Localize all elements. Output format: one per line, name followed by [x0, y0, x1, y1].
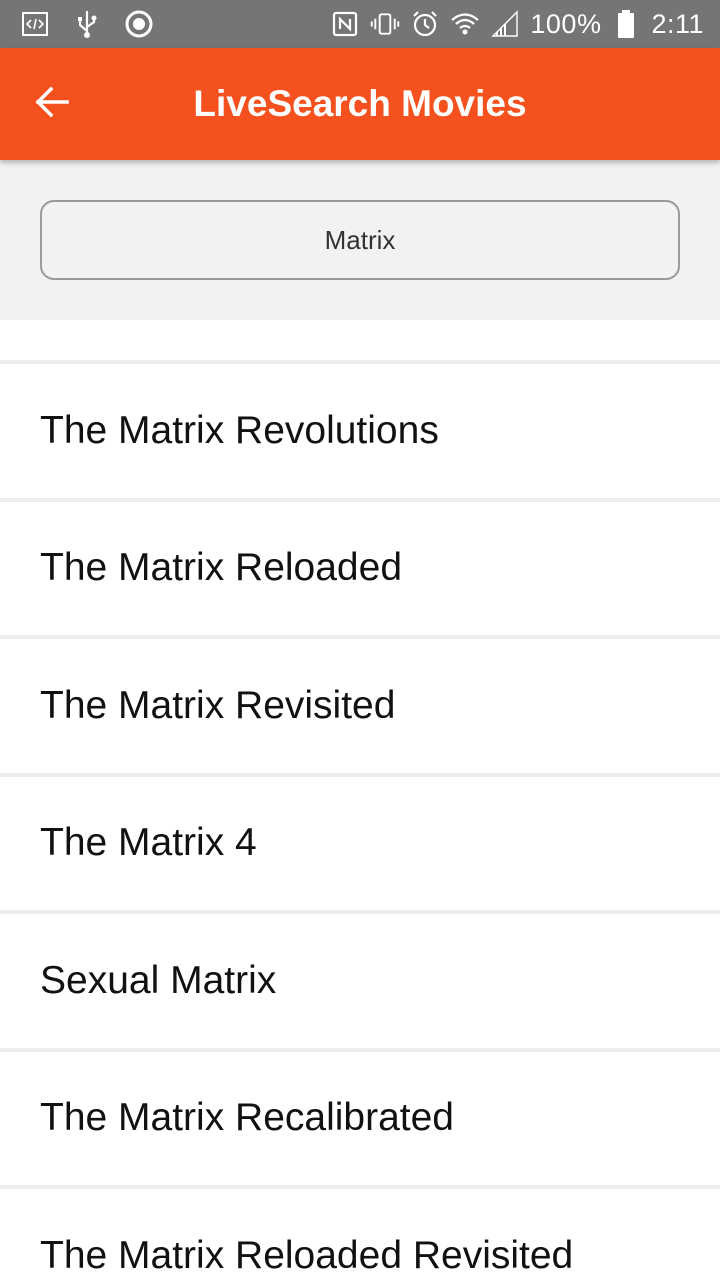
movie-title: The Matrix Reloaded Revisited [40, 1233, 574, 1277]
status-time: 2:11 [651, 8, 704, 39]
code-icon [20, 9, 50, 39]
list-item[interactable]: The Matrix Revolutions [0, 364, 720, 502]
list-item[interactable]: Sexual Matrix [0, 914, 720, 1052]
usb-icon [72, 9, 102, 39]
movie-title: The Matrix 4 [40, 821, 257, 865]
status-bar-left-icons [20, 8, 154, 40]
status-bar-right: 100% 2:11 [330, 8, 704, 40]
app-bar: LiveSearch Movies [0, 48, 720, 160]
signal-icon [490, 9, 520, 39]
movie-title: The Matrix Recalibrated [40, 1096, 454, 1140]
status-bar: 100% 2:11 [0, 0, 720, 48]
list-item[interactable]: The Matrix 4 [0, 777, 720, 914]
list-item[interactable]: The Matrix Revisited [0, 639, 720, 777]
movie-title: The Matrix Revisited [40, 683, 396, 727]
movie-title: The Matrix Revolutions [40, 408, 439, 452]
list-item[interactable]: The Matrix Reloaded [0, 502, 720, 639]
search-area [0, 160, 720, 320]
list-item[interactable]: The Matrix Reloaded Revisited [0, 1189, 720, 1280]
battery-percent: 100% [530, 8, 602, 39]
movie-list: The Matrix Revolutions The Matrix Reload… [0, 364, 720, 1280]
list-item[interactable]: The Matrix Recalibrated [0, 1052, 720, 1189]
vibrate-icon [370, 9, 400, 39]
nfc-icon [330, 9, 360, 39]
wifi-icon [450, 9, 480, 39]
alarm-icon [410, 9, 440, 39]
search-input[interactable] [40, 200, 680, 280]
page-title: LiveSearch Movies [193, 83, 527, 124]
circle-icon [124, 9, 154, 39]
results-list[interactable]: The Matrix Revolutions The Matrix Reload… [0, 320, 720, 1280]
battery-icon [611, 9, 641, 39]
movie-title: Sexual Matrix [40, 958, 277, 1002]
back-button[interactable] [20, 76, 84, 132]
arrow-left-icon [34, 84, 70, 125]
movie-title: The Matrix Reloaded [40, 546, 403, 590]
